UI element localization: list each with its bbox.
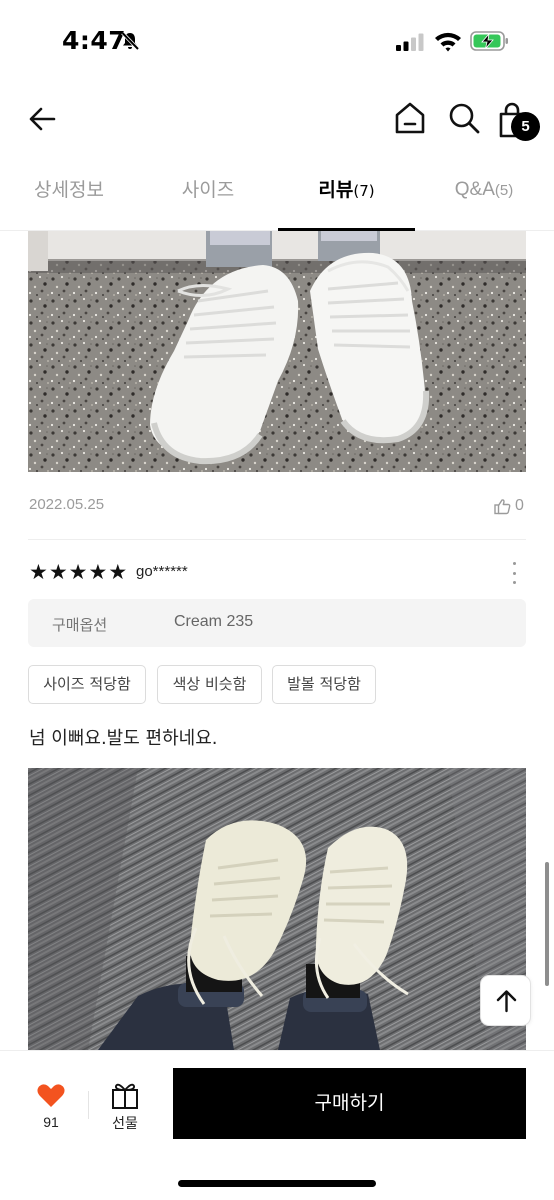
- tab-label: 상세정보: [34, 179, 104, 201]
- review-photo[interactable]: [28, 768, 526, 1050]
- option-value: Cream 235: [174, 613, 254, 630]
- thumbs-up-icon: [494, 498, 511, 514]
- like-button[interactable]: 0: [494, 496, 524, 516]
- star-icon: ★: [88, 560, 108, 584]
- search-icon[interactable]: [446, 100, 482, 136]
- bottom-action-bar: 91 선물 구매하기: [0, 1050, 554, 1200]
- tab-detail-info[interactable]: 상세정보: [14, 156, 124, 231]
- cart-count-badge: 5: [511, 112, 540, 141]
- bar-separator: [88, 1091, 89, 1119]
- status-bar: 4:47: [0, 0, 554, 84]
- product-tabs: 상세정보 사이즈 리뷰(7) Q&A(5): [0, 156, 554, 231]
- tab-count: (7): [353, 182, 375, 200]
- scroll-to-top-button[interactable]: [480, 975, 531, 1026]
- review-text: 넘 이뻐요.발도 편하네요.: [29, 728, 218, 749]
- tag-size: 사이즈 적당함: [28, 665, 146, 704]
- top-header: [0, 84, 554, 156]
- tab-qna[interactable]: Q&A(5): [432, 156, 536, 231]
- gift-label: 선물: [112, 1116, 138, 1132]
- gift-icon: [112, 1083, 138, 1109]
- tab-label: 사이즈: [181, 179, 235, 201]
- tag-color: 색상 비슷함: [157, 665, 262, 704]
- arrow-up-icon: [496, 990, 517, 1013]
- status-time: 4:47: [62, 26, 127, 55]
- tab-size[interactable]: 사이즈: [156, 156, 260, 231]
- bell-muted-icon: [121, 31, 140, 51]
- home-indicator: [178, 1180, 376, 1187]
- wishlist-button[interactable]: 91: [22, 1081, 80, 1141]
- review-date: 2022.05.25: [29, 496, 105, 513]
- review-photo[interactable]: [28, 231, 526, 472]
- more-options-icon[interactable]: [506, 562, 522, 584]
- scrollbar[interactable]: [545, 862, 549, 986]
- gift-button[interactable]: 선물: [98, 1081, 152, 1141]
- like-count: 0: [515, 497, 524, 514]
- cellular-signal-icon: [396, 33, 424, 51]
- star-icon: ★: [68, 560, 88, 584]
- battery-charging-icon: [470, 31, 508, 51]
- heart-icon: [37, 1084, 65, 1107]
- tab-label: Q&A: [454, 179, 495, 200]
- option-label: 구매옵션: [52, 616, 108, 634]
- wishlist-count: 91: [43, 1114, 59, 1130]
- star-icon: ★: [48, 560, 68, 584]
- star-icon: ★: [108, 560, 128, 584]
- purchase-option-box: 구매옵션 Cream 235: [28, 599, 526, 647]
- tab-label: 리뷰: [318, 179, 354, 201]
- review-divider: [28, 539, 526, 540]
- home-icon[interactable]: [392, 100, 428, 136]
- tag-width: 발볼 적당함: [272, 665, 376, 704]
- tab-review[interactable]: 리뷰(7): [278, 156, 415, 231]
- star-icon: ★: [29, 560, 48, 584]
- back-arrow-icon[interactable]: [26, 102, 60, 136]
- tab-count: (5): [494, 182, 514, 199]
- reviewer-name: go******: [136, 563, 188, 580]
- buy-button[interactable]: 구매하기: [173, 1068, 526, 1139]
- star-rating: ★ ★ ★ ★ ★: [29, 561, 127, 583]
- wifi-icon: [435, 32, 461, 52]
